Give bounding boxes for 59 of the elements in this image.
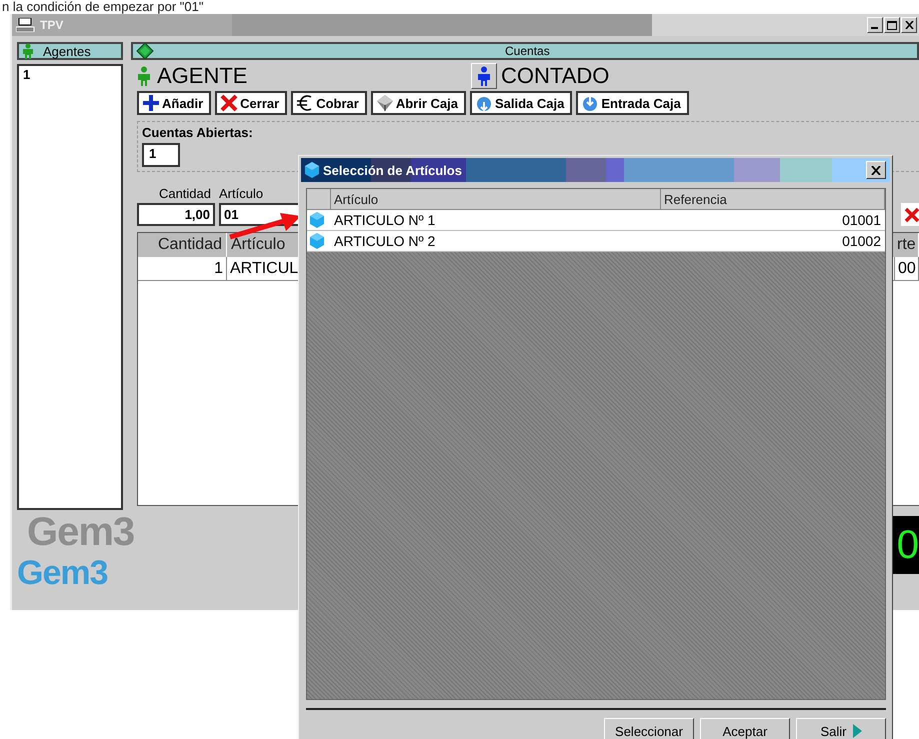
agents-header: Agentes: [17, 42, 123, 60]
person-icon: [477, 66, 491, 86]
agent-label: AGENTE: [157, 63, 248, 89]
close-icon: [871, 166, 881, 174]
dialog-title: Selección de Artículos: [323, 162, 463, 178]
logo-shadow-text: Gem3: [27, 510, 134, 554]
total-display: 0: [893, 516, 919, 574]
cube-icon: [310, 233, 324, 249]
maximize-button[interactable]: [884, 17, 900, 33]
table-cell: 1: [138, 257, 227, 281]
table-cell[interactable]: ARTICULO Nº 2: [331, 231, 661, 252]
maximize-icon: [887, 20, 897, 30]
client-icon-button[interactable]: [471, 63, 497, 89]
client-label: CONTADO: [501, 63, 610, 89]
caption-text: n la condición de empezar por "01": [1, 0, 204, 14]
logo-text: Gem3: [17, 554, 108, 592]
table-cell[interactable]: ARTICULO Nº 1: [331, 210, 661, 231]
article-label: Artículo: [219, 186, 264, 201]
computer-icon: [16, 18, 36, 32]
toolbar-button[interactable]: Cerrar: [215, 91, 288, 115]
table-cell[interactable]: 01001: [661, 210, 885, 231]
quantity-field[interactable]: 1,00: [137, 203, 215, 226]
cross-icon: [220, 94, 238, 112]
dialog-button[interactable]: Aceptar: [700, 718, 790, 739]
column-header: Artículo: [227, 233, 299, 257]
cross-icon: [904, 206, 919, 222]
close-button[interactable]: [866, 161, 886, 179]
column-header[interactable]: Referencia: [661, 189, 885, 210]
column-header[interactable]: Artículo: [331, 189, 661, 210]
table-cell[interactable]: 01002: [661, 231, 885, 252]
play-icon: [852, 724, 862, 738]
column-header: rte: [895, 233, 919, 257]
dialog-button[interactable]: Seleccionar: [604, 718, 694, 739]
close-icon: [904, 21, 914, 29]
column-header: Cantidad: [138, 233, 227, 257]
dialog-button[interactable]: Salir: [796, 718, 886, 739]
table-cell: 00: [895, 257, 919, 281]
euro-icon: [296, 94, 314, 112]
cube-icon: [310, 212, 324, 228]
toolbar-button[interactable]: Entrada Caja: [576, 91, 689, 115]
accounts-header: Cuentas: [131, 42, 919, 60]
toolbar-button[interactable]: Salida Caja: [470, 91, 572, 115]
person-icon: [137, 66, 151, 86]
open-accounts-label: Cuentas Abiertas:: [142, 125, 253, 140]
column-header: [307, 189, 331, 210]
close-button[interactable]: [901, 17, 917, 33]
window-title: TPV: [40, 18, 64, 32]
diamond-icon: [376, 94, 394, 112]
cube-icon: [305, 162, 319, 178]
toolbar-button[interactable]: Cobrar: [291, 91, 367, 115]
delete-button[interactable]: [901, 203, 919, 226]
quantity-label: Cantidad: [158, 186, 211, 201]
minimize-button[interactable]: [867, 17, 883, 33]
toolbar-button[interactable]: Añadir: [137, 91, 212, 115]
person-icon: [21, 43, 35, 59]
plus-icon: [142, 94, 160, 112]
open-accounts-field[interactable]: 1: [142, 143, 180, 167]
toolbar-button[interactable]: Abrir Caja: [370, 91, 466, 115]
agent-item[interactable]: 1: [23, 67, 117, 82]
